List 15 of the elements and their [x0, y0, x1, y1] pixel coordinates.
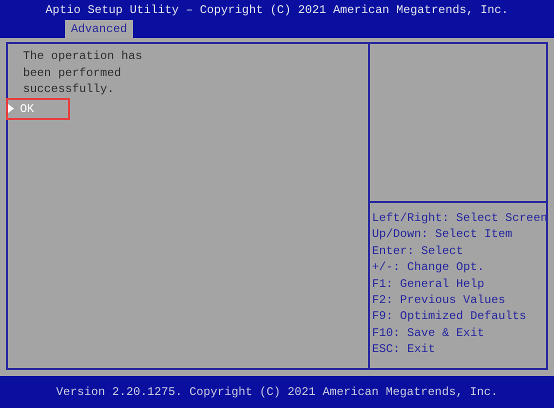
- help-text: Up/Down: Select Item: [372, 226, 514, 243]
- help-text: +/-: Change Opt.: [372, 259, 486, 276]
- help-text: F2: Previous Values: [372, 292, 506, 308]
- help-text: ESC: Exit: [372, 341, 436, 358]
- help-text: F10: Save & Exit: [372, 324, 486, 342]
- pointer-icon: [8, 104, 14, 113]
- menu-item[interactable]: OK: [6, 98, 70, 120]
- help-text: F1: General Help: [372, 276, 486, 292]
- help-text: Left/Right: Select Screen: [372, 210, 546, 226]
- version-text: Version 2.20.1275. Copyright (C) 2021 American Megatrends, Inc.: [56, 385, 498, 399]
- window-title: Aptio Setup Utility – Copyright (C) 2021 American Megatrends, Inc.: [46, 2, 508, 19]
- help-text: F9: Optimized Defaults: [372, 308, 528, 325]
- help-text: Enter: Select: [372, 242, 464, 260]
- message-text: The operation has been performed successfully.: [22, 48, 144, 98]
- tab[interactable]: Advanced: [65, 20, 134, 38]
